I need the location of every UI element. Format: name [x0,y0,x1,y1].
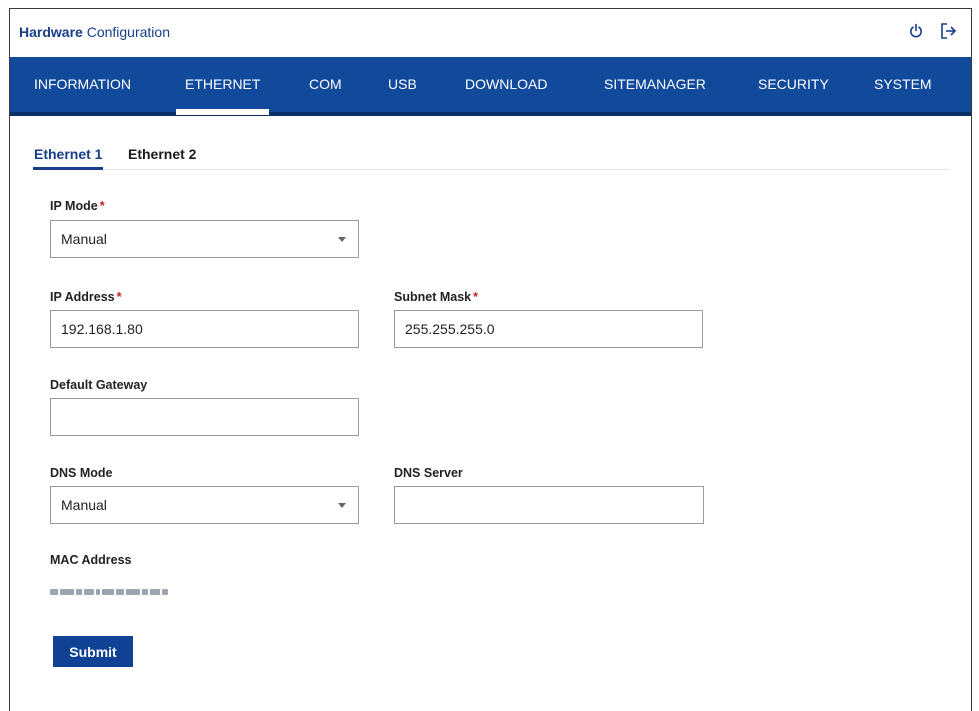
nav-security[interactable]: SECURITY [758,57,829,112]
nav-download[interactable]: DOWNLOAD [465,57,547,112]
ip-mode-value: Manual [61,231,107,247]
dns-mode-value: Manual [61,497,107,513]
chevron-down-icon [338,237,346,242]
chevron-down-icon [338,503,346,508]
power-icon[interactable] [907,21,925,41]
ip-mode-label: IP Mode * [50,199,105,213]
dns-server-input[interactable] [394,486,704,524]
ip-mode-select[interactable]: Manual [50,220,359,258]
ip-mode-label-text: IP Mode [50,199,98,213]
default-gateway-label: Default Gateway [50,378,148,392]
default-gateway-input[interactable] [50,398,359,436]
header-actions [907,21,957,41]
nav-com[interactable]: COM [309,57,342,112]
submit-button[interactable]: Submit [53,636,133,667]
app-title-rest: Configuration [86,24,170,40]
app-window: Hardware Configuration INFORMATION ETHER… [9,8,972,711]
tab-ethernet-2[interactable]: Ethernet 2 [128,146,196,162]
nav-information[interactable]: INFORMATION [34,57,131,112]
tab-ethernet-1[interactable]: Ethernet 1 [32,146,104,170]
dns-server-label: DNS Server [394,466,463,480]
required-mark: * [99,199,105,213]
subnet-mask-label-text: Subnet Mask [394,290,472,304]
dns-mode-select[interactable]: Manual [50,486,359,524]
ip-address-label: IP Address * [50,290,122,304]
nav-usb[interactable]: USB [388,57,417,112]
ip-address-input[interactable]: 192.168.1.80 [50,310,359,348]
subnet-mask-input[interactable]: 255.255.255.0 [394,310,703,348]
required-mark: * [473,290,478,304]
app-title: Hardware Configuration [19,24,170,40]
main-nav: INFORMATION ETHERNET COM USB DOWNLOAD SI… [10,57,971,116]
mac-address-value-redacted [50,586,168,598]
ip-address-label-text: IP Address [50,290,115,304]
nav-system[interactable]: SYSTEM [874,57,932,112]
ethernet-subtabs: Ethernet 1 Ethernet 2 [32,146,950,170]
nav-ethernet[interactable]: ETHERNET [175,57,270,115]
header: Hardware Configuration [10,9,971,57]
dns-mode-label: DNS Mode [50,466,113,480]
nav-sitemanager[interactable]: SITEMANAGER [604,57,706,112]
mac-address-label: MAC Address [50,553,132,567]
required-mark: * [116,290,122,304]
subnet-mask-label: Subnet Mask * [394,290,478,304]
logout-icon[interactable] [939,21,957,41]
app-title-bold: Hardware [19,24,83,40]
